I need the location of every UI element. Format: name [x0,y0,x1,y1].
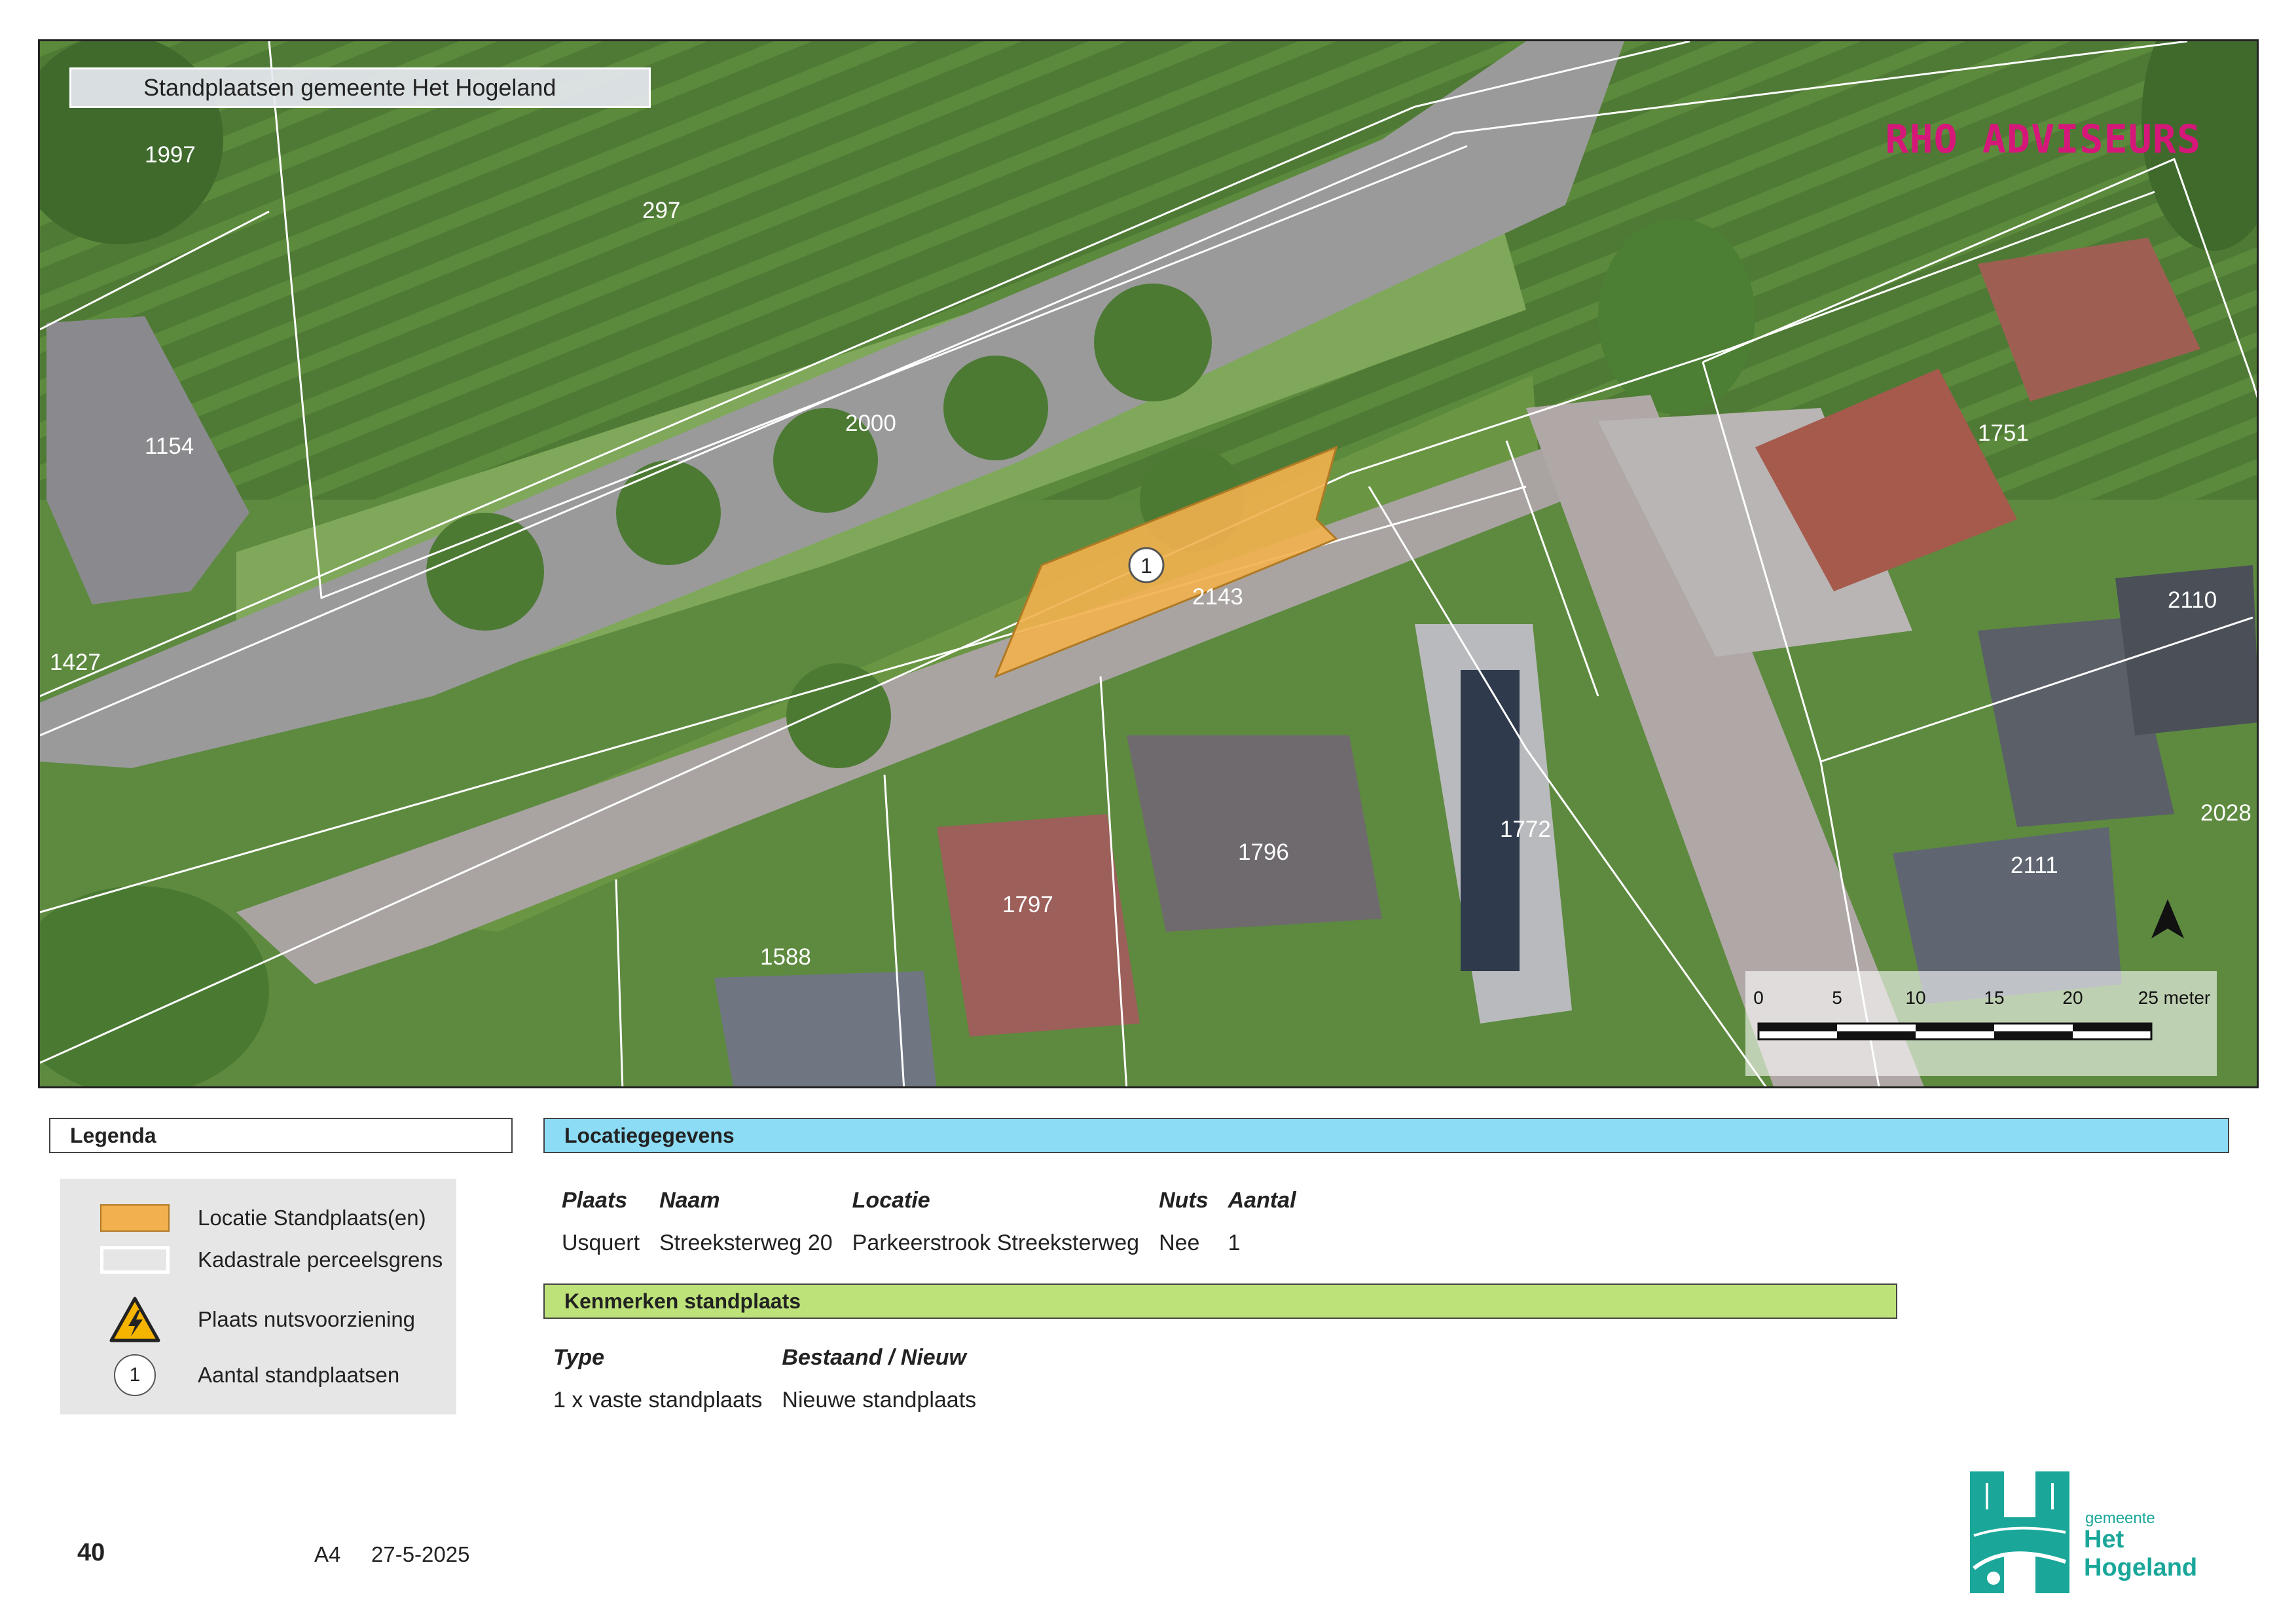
document-date: 27-5-2025 [371,1542,470,1566]
map-title: Standplaatsen gemeente Het Hogeland [69,67,651,108]
white-outline-swatch [100,1246,170,1274]
electric-warning-icon [100,1295,170,1344]
parcel-number: 297 [642,198,680,223]
table-header: Bestaand / Nieuw [782,1344,966,1370]
scale-label: 5 [1832,987,1842,1008]
logo-big-text: Het Hogeland [2084,1526,2198,1581]
table-cell: Streeksterweg 20 [659,1230,833,1255]
legend-label: Plaats nutsvoorziening [198,1307,416,1331]
table-cell: 1 [1228,1230,1241,1255]
legend-item: Locatie Standplaats(en) [100,1204,426,1232]
parcel-number: 1797 [1002,892,1053,917]
numbered-circle-icon: 1 [100,1352,170,1398]
parcel-number: 2110 [2168,587,2217,613]
het-hogeland-emblem-icon [1967,1470,2072,1595]
aerial-map[interactable]: 1 1997 297 1154 2000 1427 2143 1751 2110… [38,39,2259,1088]
location-header: Locatiegegevens [543,1118,2229,1153]
scale-bar: 0 5 10 15 20 25 meter [1745,971,2217,1076]
parcel-number: 2143 [1192,584,1243,610]
legend-title: Legenda [49,1118,513,1153]
parcel-number: 1751 [1978,420,2029,446]
map-canvas: 1 1997 297 1154 2000 1427 2143 1751 2110… [40,41,2257,1086]
table-header: Aantal [1228,1187,1296,1213]
legend-label: Locatie Standplaats(en) [198,1206,426,1230]
legend-panel: Locatie Standplaats(en) Kadastrale perce… [60,1179,456,1414]
parcel-number: 2111 [2011,853,2058,878]
paper-size: A4 [314,1542,341,1566]
table-cell: Nieuwe standplaats [782,1387,977,1412]
table-header: Locatie [852,1187,930,1213]
brand-logo: RHO ADVISEURS [1885,117,2201,162]
table-cell: Parkeerstrook Streeksterweg [852,1230,1140,1255]
table-cell: Nee [1159,1230,1200,1255]
table-row: 1 x vaste standplaats Nieuwe standplaats [553,1379,996,1421]
legend-label: Kadastrale perceelsgrens [198,1247,443,1272]
page-number: 40 [77,1539,105,1566]
legend-label: Aantal standplaatsen [198,1363,400,1387]
table-header: Type [553,1344,605,1370]
table-header: Plaats [562,1187,628,1213]
standplaats-count-label: 1 [1140,554,1152,578]
parcel-number: 1796 [1238,840,1289,865]
parcel-number: 1997 [145,142,196,168]
location-table: Plaats Naam Locatie Nuts Aantal Usquert … [562,1179,1316,1264]
legend-item: Kadastrale perceelsgrens [100,1246,443,1274]
table-row: Usquert Streeksterweg 20 Parkeerstrook S… [562,1222,1316,1264]
scale-label: 10 [1905,987,1925,1008]
scale-label: 0 [1753,987,1764,1008]
scale-label: 20 [2062,987,2083,1008]
features-table: Type Bestaand / Nieuw 1 x vaste standpla… [553,1336,996,1421]
legend-item: 1 Aantal standplaatsen [100,1352,399,1398]
table-cell: 1 x vaste standplaats [553,1387,763,1412]
parcel-number: 1427 [50,650,101,675]
table-header: Naam [659,1187,720,1213]
municipality-logo: gemeente Het Hogeland [1967,1470,2236,1595]
table-cell: Usquert [562,1230,640,1255]
features-header: Kenmerken standplaats [543,1283,1897,1319]
table-header: Nuts [1159,1187,1209,1213]
orange-area-swatch [100,1204,170,1232]
parcel-number: 1588 [760,944,811,970]
scale-label: 25 meter [2138,987,2211,1008]
parcel-number: 2028 [2200,800,2251,826]
parcel-number: 1154 [145,434,194,459]
legend-item: Plaats nutsvoorziening [100,1295,415,1344]
scale-label: 15 [1984,987,2004,1008]
logo-small-text: gemeente [2085,1509,2155,1527]
parcel-number: 1772 [1500,817,1551,842]
parcel-number: 2000 [845,411,896,436]
